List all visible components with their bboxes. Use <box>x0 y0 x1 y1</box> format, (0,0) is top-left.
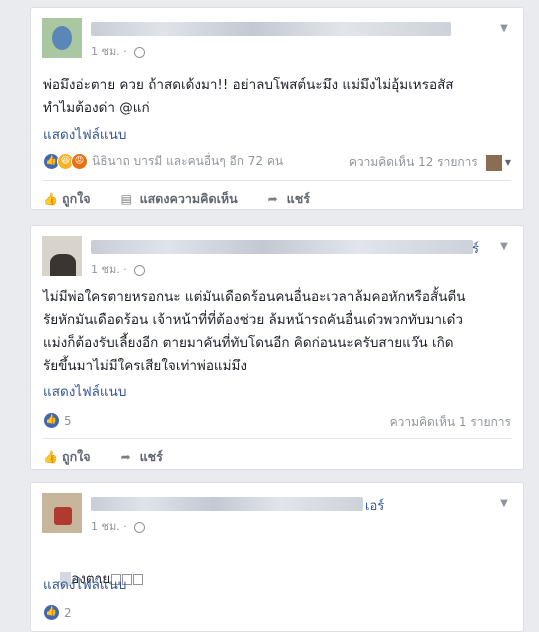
like-label: ถูกใจ <box>62 449 91 464</box>
missing-glyph <box>133 573 144 585</box>
action-bar: 👍 ถูกใจ ▤ แสดงความคิดเห็น ➦ แชร์ <box>43 189 340 209</box>
globe-icon <box>134 46 146 58</box>
post-card: ร์ 1 ชม. · ▼ ไม่มีพ่อใครตายหรอกนะ แต่มัน… <box>30 225 524 470</box>
post-card: 1 ชม. · ▼ พ่อมึงอ่ะตาย ควย ถ้าสดเด้งมา!!… <box>30 7 524 210</box>
comments-count-label: ความคิดเห็น 12 รายการ <box>348 155 478 169</box>
globe-icon <box>134 264 146 276</box>
share-label: แชร์ <box>139 449 163 464</box>
like-button[interactable]: 👍 ถูกใจ <box>43 189 91 209</box>
comment-icon: ▤ <box>120 191 132 206</box>
avatar[interactable] <box>42 18 82 58</box>
viewer-avatar[interactable] <box>485 154 502 171</box>
post-time[interactable]: 1 ชม. <box>91 45 120 58</box>
action-bar: 👍 ถูกใจ ➦ แชร์ <box>43 447 193 467</box>
show-attachment-link[interactable]: แสดงไฟล์แนบ <box>43 573 126 595</box>
author-name-suffix[interactable]: ร์ <box>472 238 479 259</box>
post-card: เอร์ 1 ชม. · ▼ องตาย แสดงไฟล์แนบ 👍 2 <box>30 482 524 632</box>
share-label: แชร์ <box>286 191 310 206</box>
author-name[interactable] <box>91 240 473 254</box>
author-name[interactable] <box>91 22 451 36</box>
share-button[interactable]: ➦ แชร์ <box>268 189 310 209</box>
post-meta: 1 ชม. · <box>91 517 146 535</box>
divider <box>43 180 511 181</box>
globe-icon <box>134 521 146 533</box>
show-attachment-link[interactable]: แสดงไฟล์แนบ <box>43 380 126 402</box>
like-count: 5 <box>64 413 72 428</box>
like-label: ถูกใจ <box>62 191 91 206</box>
like-button[interactable]: 👍 ถูกใจ <box>43 447 91 467</box>
like-count: 2 <box>64 605 72 620</box>
post-meta: 1 ชม. · <box>91 260 146 278</box>
post-time[interactable]: 1 ชม. <box>91 263 120 276</box>
thumbs-up-icon: 👍 <box>43 449 58 464</box>
avatar[interactable] <box>42 493 82 533</box>
comments-count[interactable]: ความคิดเห็น 12 รายการ ▼ <box>349 153 511 172</box>
chevron-down-icon[interactable]: ▼ <box>497 497 511 511</box>
angry-reaction-icon: 😡 <box>71 153 88 170</box>
like-reaction-icon: 👍 <box>43 604 60 621</box>
comment-button[interactable]: ▤ แสดงความคิดเห็น <box>121 189 238 209</box>
share-icon: ➦ <box>267 191 278 206</box>
like-reaction-icon: 👍 <box>43 412 60 429</box>
divider <box>43 438 511 439</box>
avatar[interactable] <box>42 236 82 276</box>
post-time[interactable]: 1 ชม. <box>91 520 120 533</box>
comment-label: แสดงความคิดเห็น <box>139 191 238 206</box>
comments-count-label: ความคิดเห็น 1 รายการ <box>389 415 511 429</box>
reaction-summary[interactable]: 👍 2 <box>43 604 72 621</box>
reaction-summary[interactable]: 👍 5 <box>43 412 72 429</box>
post-meta: 1 ชม. · <box>91 42 146 60</box>
share-icon: ➦ <box>120 449 131 464</box>
share-button[interactable]: ➦ แชร์ <box>121 447 163 467</box>
chevron-down-icon[interactable]: ▼ <box>497 240 511 254</box>
post-text: พ่อมึงอ่ะตาย ควย ถ้าสดเด้งมา!! อย่าลบโพส… <box>43 77 454 116</box>
author-name[interactable] <box>91 497 363 511</box>
comments-count[interactable]: ความคิดเห็น 1 รายการ <box>390 413 511 432</box>
reaction-summary[interactable]: 👍 😆 😡 นิธินาถ บารมี และคนอื่นๆ อีก 72 คน <box>43 152 283 171</box>
thumbs-up-icon: 👍 <box>43 191 58 206</box>
reaction-names: นิธินาถ บารมี และคนอื่นๆ อีก 72 คน <box>92 154 284 168</box>
show-attachment-link[interactable]: แสดงไฟล์แนบ <box>43 123 126 145</box>
post-text: ไม่มีพ่อใครตายหรอกนะ แต่มันเดือดร้อนคนอื… <box>43 289 466 374</box>
chevron-down-icon[interactable]: ▼ <box>497 22 511 36</box>
caret-down-icon[interactable]: ▼ <box>505 158 511 167</box>
author-name-suffix[interactable]: เอร์ <box>365 495 384 516</box>
